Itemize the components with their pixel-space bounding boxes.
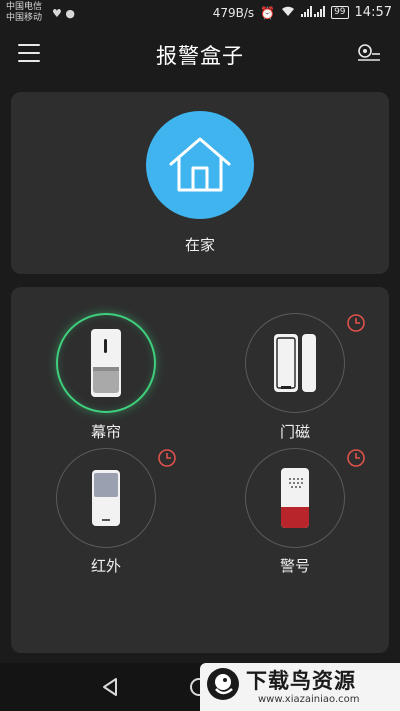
- device-door-contact[interactable]: [245, 313, 345, 413]
- wifi-icon: [281, 6, 295, 20]
- carrier-1: 中国电信: [6, 2, 43, 12]
- battery-indicator: 99: [331, 6, 349, 19]
- camera-icon[interactable]: [356, 43, 382, 65]
- heart-rate-icon: ♥: [52, 7, 62, 20]
- page-title: 报警盒子: [156, 44, 244, 68]
- clock-time: 14:57: [354, 5, 392, 20]
- status-right: 479B/s ⏰ 99 14:57: [213, 5, 392, 20]
- watermark-title: 下载鸟资源: [246, 669, 356, 693]
- curtain-sensor-icon: [91, 329, 121, 397]
- door-contact-icon: [274, 334, 316, 392]
- mode-panel: 在家: [11, 92, 389, 274]
- house-icon: [169, 137, 231, 192]
- carrier-info: 中国电信 中国移动: [6, 2, 42, 24]
- device-infrared-sensor[interactable]: [56, 448, 156, 548]
- infrared-sensor-icon: [92, 470, 120, 526]
- status-bar: 中国电信 中国移动 ♥ ● 479B/s ⏰ 99 14:57: [0, 0, 400, 28]
- devices-panel: 幕帘 门磁 红外 警号: [11, 287, 389, 653]
- alarm-icon: ⏰: [260, 5, 276, 20]
- wechat-icon: ●: [65, 7, 75, 20]
- siren-icon: [281, 468, 309, 528]
- bird-logo-icon: [206, 667, 240, 701]
- signal-icon: [301, 5, 326, 20]
- device-curtain-sensor[interactable]: [56, 313, 156, 413]
- device-label: 幕帘: [90, 423, 121, 441]
- notification-icons: ♥ ●: [52, 7, 75, 20]
- timer-clock-icon[interactable]: [346, 448, 366, 468]
- watermark: 下载鸟资源 www.xiazainiao.com: [200, 663, 400, 711]
- net-speed: 479B/s: [212, 5, 255, 20]
- watermark-url: www.xiazainiao.com: [258, 694, 360, 705]
- home-mode-button[interactable]: [146, 111, 254, 219]
- device-label: 红外: [90, 557, 121, 575]
- device-label: 警号: [279, 557, 310, 575]
- mode-label: 在家: [184, 236, 215, 254]
- device-siren[interactable]: [245, 448, 345, 548]
- app-header: 报警盒子: [0, 28, 400, 80]
- timer-clock-icon[interactable]: [346, 313, 366, 333]
- back-icon[interactable]: [101, 677, 119, 701]
- carrier-2: 中国移动: [6, 13, 43, 23]
- device-label: 门磁: [279, 423, 310, 441]
- timer-clock-icon[interactable]: [157, 448, 177, 468]
